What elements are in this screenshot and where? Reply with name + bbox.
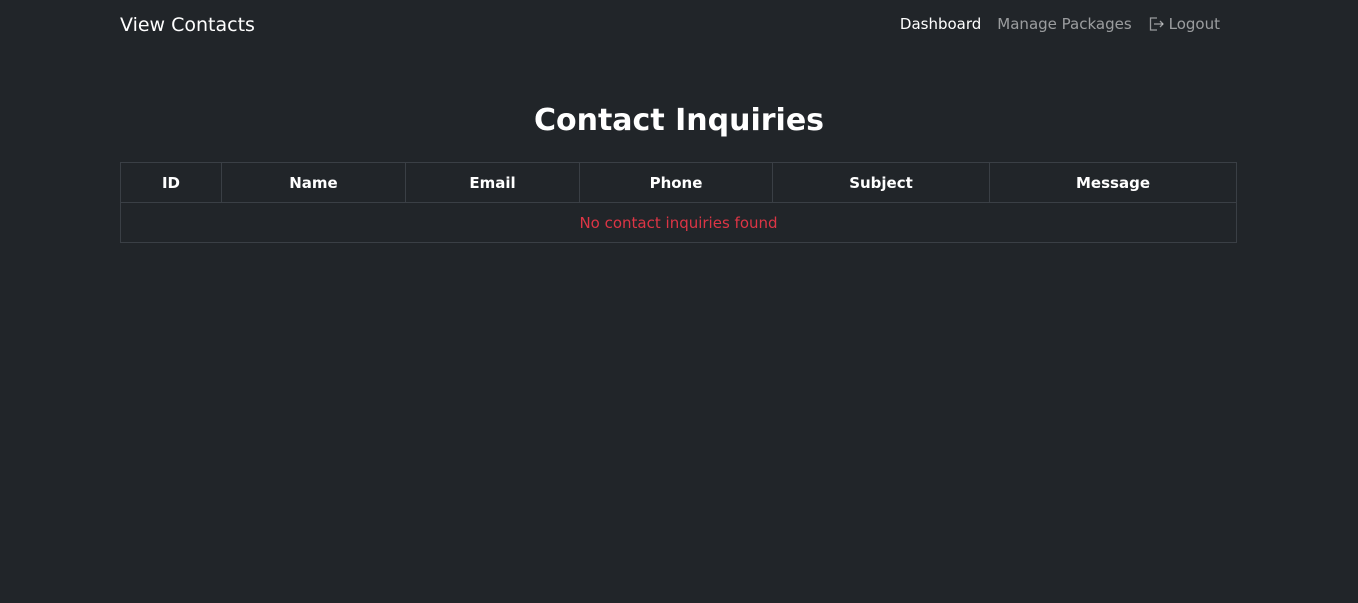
column-header-message: Message [989,162,1237,203]
navbar-links: Dashboard Manage Packages Logout [892,14,1228,34]
table-header-row: ID Name Email Phone Subject Message [120,162,1237,203]
empty-state-message: No contact inquiries found [120,202,1237,243]
navbar-brand[interactable]: View Contacts [120,13,255,37]
column-header-email: Email [405,162,580,203]
column-header-subject: Subject [772,162,990,203]
nav-link-logout[interactable]: Logout [1140,14,1228,34]
column-header-id: ID [120,162,222,203]
column-header-name: Name [221,162,406,203]
nav-link-dashboard[interactable]: Dashboard [892,14,989,34]
nav-link-manage-packages-label: Manage Packages [997,15,1132,33]
top-navbar: View Contacts Dashboard Manage Packages … [0,0,1358,50]
nav-link-dashboard-label: Dashboard [899,15,982,33]
nav-link-logout-label: Logout [1168,15,1220,33]
table-header: ID Name Email Phone Subject Message [120,162,1237,203]
table-row: No contact inquiries found [120,202,1237,243]
table-body: No contact inquiries found [120,202,1237,243]
logout-icon [1149,17,1164,31]
nav-link-manage-packages[interactable]: Manage Packages [989,14,1139,34]
column-header-phone: Phone [579,162,773,203]
contacts-table: ID Name Email Phone Subject Message No c… [120,162,1237,243]
page-title: Contact Inquiries [533,103,825,138]
